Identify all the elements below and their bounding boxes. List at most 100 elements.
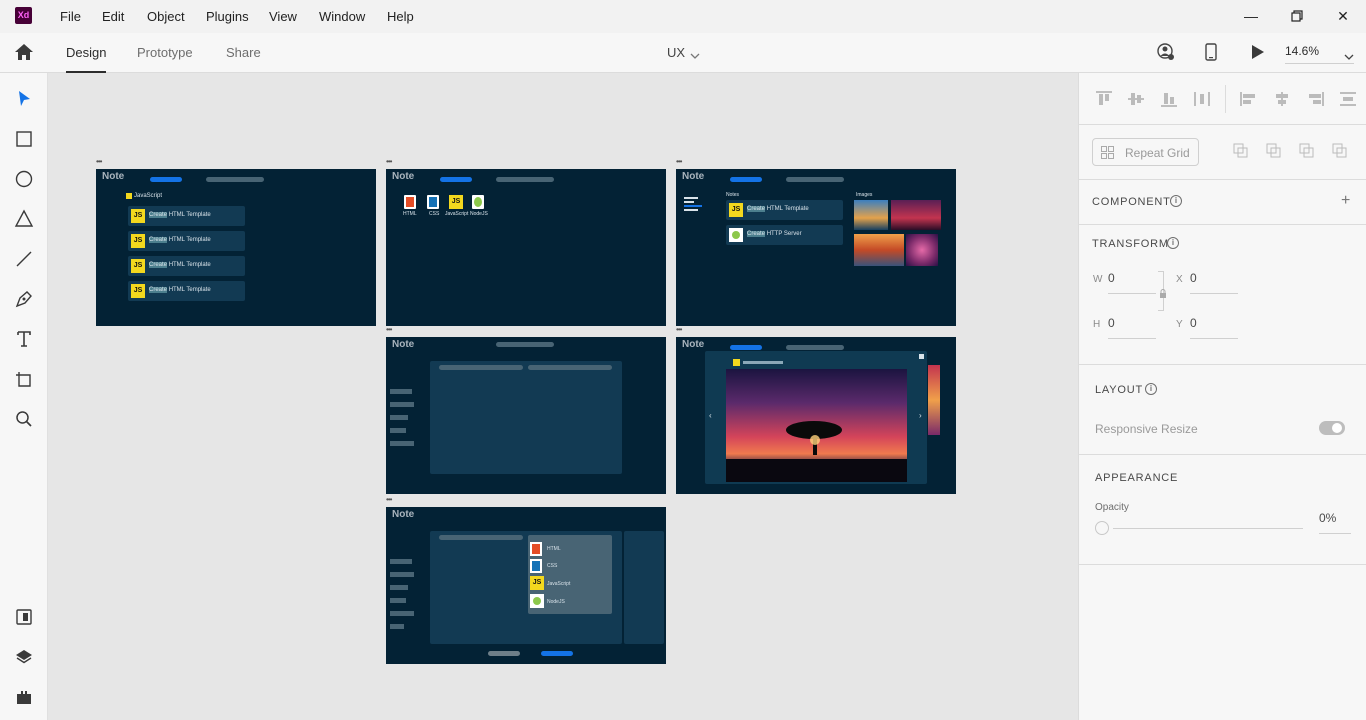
image-thumbnail [928,365,940,435]
add-component-icon[interactable]: + [1341,192,1350,210]
artboard-select-topic[interactable]: Note HTML CSS JS JavaScript NodeJS [386,507,666,664]
chevron-right-icon[interactable]: › [919,411,922,420]
artboard-handle[interactable]: ••• [386,157,392,166]
top-toolbar: Design Prototype Share UX 14.6% [0,33,1366,73]
plugins-icon[interactable] [14,687,34,707]
close-icon[interactable] [919,354,924,359]
artboard-image-viewer[interactable]: Note ‹ › [676,337,956,494]
align-center-icon[interactable] [1273,91,1291,107]
card-title: HTTP Server [766,231,802,237]
css-logo-icon [530,559,542,573]
artboard-handle[interactable]: ••• [676,325,682,334]
repeat-grid-button[interactable]: Repeat Grid [1092,138,1199,166]
opacity-value[interactable]: 0% [1319,511,1336,525]
artboard-handle[interactable]: ••• [676,157,682,166]
chevron-left-icon[interactable]: ‹ [709,411,712,420]
design-canvas[interactable]: ••• Note JavaScript JS Create HTML Templ… [48,73,1078,720]
create-label: Create [149,212,168,218]
artboard-tool-icon[interactable] [14,369,34,389]
select-tool-icon[interactable] [14,89,34,109]
line-tool-icon[interactable] [14,249,34,269]
create-label: Create [747,231,766,237]
document-assets-icon[interactable] [14,607,34,627]
tech-label: NodeJS [470,211,488,217]
menu-object[interactable]: Object [147,9,185,24]
card-title: HTML Template [168,262,211,268]
lock-icon[interactable] [1158,286,1168,304]
play-icon[interactable] [1251,44,1265,65]
artboard-handle[interactable]: ••• [386,495,392,504]
home-icon[interactable] [14,43,34,66]
menu-file[interactable]: File [60,9,81,24]
opacity-slider-track[interactable] [1113,528,1303,529]
polygon-tool-icon[interactable] [14,209,34,229]
info-icon[interactable]: i [1167,237,1179,249]
artboard-javascript[interactable]: Note JavaScript JS Create HTML Template … [96,169,376,326]
menu-plugins[interactable]: Plugins [206,9,249,24]
align-top-icon[interactable] [1095,91,1113,107]
info-icon[interactable]: i [1145,383,1157,395]
search-bar [496,177,554,182]
ellipse-tool-icon[interactable] [14,169,34,189]
card-title: HTML Template [168,212,211,218]
artboard-notes[interactable]: Note Notes Images JS Create HTML Templat… [676,169,956,326]
artboard-home[interactable]: Note JS HTML CSS JavaScript NodeJS [386,169,666,326]
close-icon[interactable]: ✕ [1332,5,1354,27]
tab-prototype[interactable]: Prototype [137,45,193,60]
boolean-exclude-icon[interactable] [1332,143,1348,164]
tech-label: JavaScript [445,211,469,217]
minimize-icon[interactable]: — [1240,5,1262,27]
dropdown-option[interactable]: HTML [547,546,561,552]
y-input[interactable]: 0 [1190,316,1197,330]
nav-pill [150,177,182,182]
zoom-level[interactable]: 14.6% [1285,44,1319,58]
height-input[interactable]: 0 [1108,316,1115,330]
tab-share[interactable]: Share [226,45,261,60]
code-snippet [684,197,702,215]
zoom-chevron-down-icon[interactable] [1344,48,1354,66]
rectangle-tool-icon[interactable] [14,129,34,149]
align-middle-icon[interactable] [1127,91,1145,107]
user-add-icon[interactable] [1157,43,1175,66]
card-title: HTML Template [766,206,809,212]
layout-heading: LAYOUT [1095,384,1143,396]
dropdown-option[interactable]: NodeJS [547,599,565,605]
dropdown-option[interactable]: CSS [547,563,557,569]
info-icon[interactable]: i [1170,195,1182,207]
create-label: Create [149,287,168,293]
js-logo-icon: JS [530,576,544,590]
text-tool-icon[interactable] [14,329,34,349]
boolean-subtract-icon[interactable] [1266,143,1282,164]
boolean-add-icon[interactable] [1233,143,1249,164]
zoom-tool-icon[interactable] [14,409,34,429]
distribute-vertical-icon[interactable] [1339,91,1357,107]
artboard-handle[interactable]: ••• [386,325,392,334]
distribute-horizontal-icon[interactable] [1193,91,1211,107]
pen-tool-icon[interactable] [14,289,34,309]
align-bottom-icon[interactable] [1160,91,1178,107]
menu-edit[interactable]: Edit [102,9,124,24]
chevron-down-icon[interactable] [690,47,700,65]
artboard-new-note[interactable]: Note [386,337,666,494]
responsive-resize-toggle[interactable] [1319,421,1345,435]
js-logo-icon: JS [729,203,743,217]
align-right-icon[interactable] [1306,91,1324,107]
dropdown-option[interactable]: JavaScript [547,581,570,587]
tab-design[interactable]: Design [66,45,106,60]
menu-help[interactable]: Help [387,9,414,24]
artboard-handle[interactable]: ••• [96,157,102,166]
mobile-device-icon[interactable] [1205,43,1217,66]
width-input[interactable]: 0 [1108,271,1115,285]
menu-window[interactable]: Window [319,9,365,24]
restore-icon[interactable] [1286,5,1308,27]
artboard-logo: Note [682,339,705,350]
opacity-slider-handle[interactable] [1095,521,1109,535]
menu-view[interactable]: View [269,9,297,24]
layers-icon[interactable] [14,647,34,667]
boolean-intersect-icon[interactable] [1299,143,1315,164]
x-label: X [1176,274,1183,285]
x-input[interactable]: 0 [1190,271,1197,285]
align-left-icon[interactable] [1240,91,1258,107]
document-title[interactable]: UX [667,45,685,60]
images-label: Images [856,192,873,198]
